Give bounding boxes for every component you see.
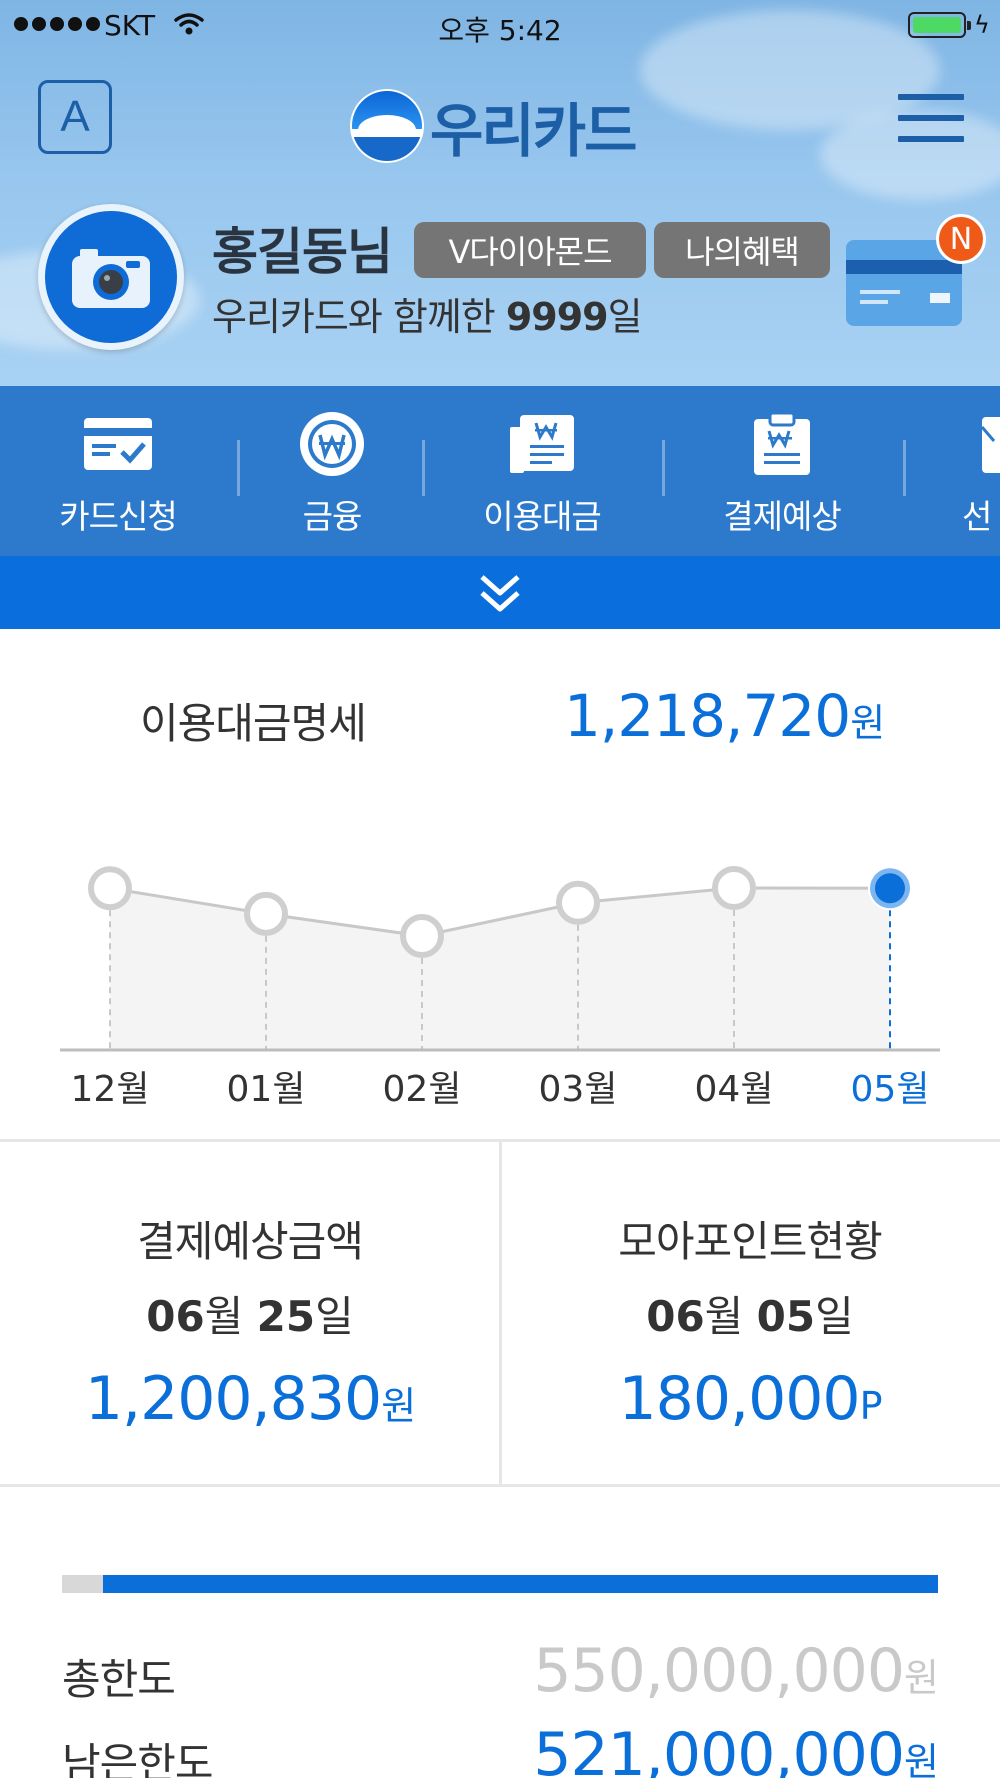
quick-item-payment-forecast[interactable]: 결제예상	[702, 386, 862, 556]
statement-amount[interactable]: 1,218,720원	[564, 682, 885, 750]
remaining-limit-value: 521,000,000	[533, 1720, 905, 1778]
status-bar: SKT 오후 5:42 ϟ	[0, 0, 1000, 50]
chart-x-label[interactable]: 04월	[674, 1060, 794, 1112]
limit-usage-bar	[62, 1575, 938, 1593]
payment-clipboard-icon	[752, 411, 812, 476]
remaining-limit-fill	[103, 1575, 938, 1593]
points-date: 06월 05일	[500, 1283, 1000, 1344]
chart-x-label[interactable]: 03월	[518, 1060, 638, 1112]
profile-photo-button[interactable]	[38, 204, 184, 350]
points-unit: P	[859, 1384, 883, 1428]
quick-item-label: 선	[962, 497, 992, 536]
chart-x-label[interactable]: 12월	[50, 1060, 170, 1112]
chart-x-label[interactable]: 01월	[206, 1060, 326, 1112]
statement-amount-value: 1,218,720	[564, 682, 851, 750]
quick-menu: 카드신청 금융 이용대금 결제예상 선	[0, 386, 1000, 556]
total-limit-amount: 550,000,000원	[533, 1636, 939, 1706]
membership-days: 우리카드와 함께한 9999일	[212, 286, 643, 341]
currency-unit: 원	[850, 701, 885, 745]
days-count: 9999	[505, 295, 609, 339]
section-divider	[0, 1484, 1000, 1487]
quick-item-card-apply[interactable]: 카드신청	[38, 386, 198, 556]
partial-menu-icon	[958, 412, 1000, 476]
quick-divider	[237, 440, 240, 496]
days-prefix: 우리카드와 함께한	[212, 295, 506, 339]
payment-forecast-title: 결제예상금액	[137, 1217, 364, 1266]
moa-points-value: 180,000	[618, 1364, 860, 1434]
remaining-limit-label: 남은한도	[62, 1739, 214, 1778]
header-hero: SKT 오후 5:42 ϟ A 우리카드 홍길동님 V다이아몬드 나의혜택 우리…	[0, 0, 1000, 386]
double-chevron-down-icon	[480, 574, 520, 611]
month-unit: 월	[704, 1292, 757, 1341]
hamburger-menu-icon[interactable]	[898, 94, 964, 142]
woori-logo-icon	[352, 91, 422, 161]
chart-point-selected	[875, 873, 905, 904]
month-unit: 월	[204, 1292, 257, 1341]
payment-date-month: 06	[146, 1292, 205, 1341]
monthly-usage-chart	[60, 866, 940, 1052]
points-date-month: 06	[646, 1292, 705, 1341]
won-coin-icon	[297, 412, 367, 476]
quick-item-label: 이용대금	[483, 497, 601, 536]
total-limit-label: 총한도	[62, 1655, 176, 1704]
payment-date-day: 25	[256, 1292, 316, 1341]
app-logo[interactable]: 우리카드	[352, 84, 637, 168]
chart-point	[712, 866, 756, 910]
currency-unit: 원	[904, 1656, 939, 1700]
day-unit: 일	[315, 1292, 354, 1341]
font-size-button[interactable]: A	[38, 80, 112, 154]
my-benefit-button[interactable]: 나의혜택	[654, 222, 830, 278]
chart-point	[556, 880, 600, 925]
remaining-limit-amount: 521,000,000원	[533, 1720, 939, 1778]
charging-icon: ϟ	[974, 11, 990, 39]
moa-points-title: 모아포인트현황	[618, 1217, 882, 1266]
payment-forecast-amount: 1,200,830원	[0, 1364, 500, 1434]
days-suffix: 일	[607, 295, 643, 339]
chart-x-label[interactable]: 02월	[362, 1060, 482, 1112]
moa-points-panel[interactable]: 모아포인트현황 06월 05일 180,000P	[500, 1208, 1000, 1434]
quick-item-partial[interactable]: 선	[958, 386, 1000, 556]
total-limit-value: 550,000,000	[533, 1636, 905, 1706]
card-apply-icon	[82, 412, 154, 476]
chart-x-label[interactable]: 05월	[830, 1060, 950, 1112]
bill-icon	[508, 412, 576, 476]
battery-icon	[908, 12, 971, 38]
chart-point	[244, 891, 288, 936]
chart-point	[88, 866, 132, 911]
quick-divider	[422, 440, 425, 496]
points-date-day: 05	[756, 1292, 816, 1341]
user-name: 홍길동님	[212, 223, 393, 281]
chart-area	[110, 888, 890, 1050]
quick-item-finance[interactable]: 금융	[252, 386, 412, 556]
statement-label: 이용대금명세	[140, 699, 367, 748]
grade-badge[interactable]: V다이아몬드	[414, 222, 646, 278]
chart-point	[400, 914, 444, 958]
payment-forecast-value: 1,200,830	[84, 1364, 382, 1434]
currency-unit: 원	[904, 1740, 939, 1778]
quick-divider	[662, 440, 665, 496]
logo-text: 우리카드	[430, 97, 637, 165]
quick-item-bill[interactable]: 이용대금	[462, 386, 622, 556]
currency-unit: 원	[381, 1384, 416, 1428]
quick-item-label: 카드신청	[59, 497, 177, 536]
day-unit: 일	[815, 1292, 854, 1341]
quick-item-label: 금융	[302, 497, 363, 536]
payment-date: 06월 25일	[0, 1283, 500, 1344]
quick-item-label: 결제예상	[723, 497, 841, 536]
moa-points-amount: 180,000P	[500, 1364, 1000, 1434]
notification-badge: N	[936, 214, 986, 264]
expand-menu-button[interactable]	[0, 556, 1000, 629]
camera-icon	[72, 249, 150, 308]
clock: 오후 5:42	[438, 14, 562, 47]
quick-divider	[903, 440, 906, 496]
payment-forecast-panel[interactable]: 결제예상금액 06월 25일 1,200,830원	[0, 1208, 500, 1434]
